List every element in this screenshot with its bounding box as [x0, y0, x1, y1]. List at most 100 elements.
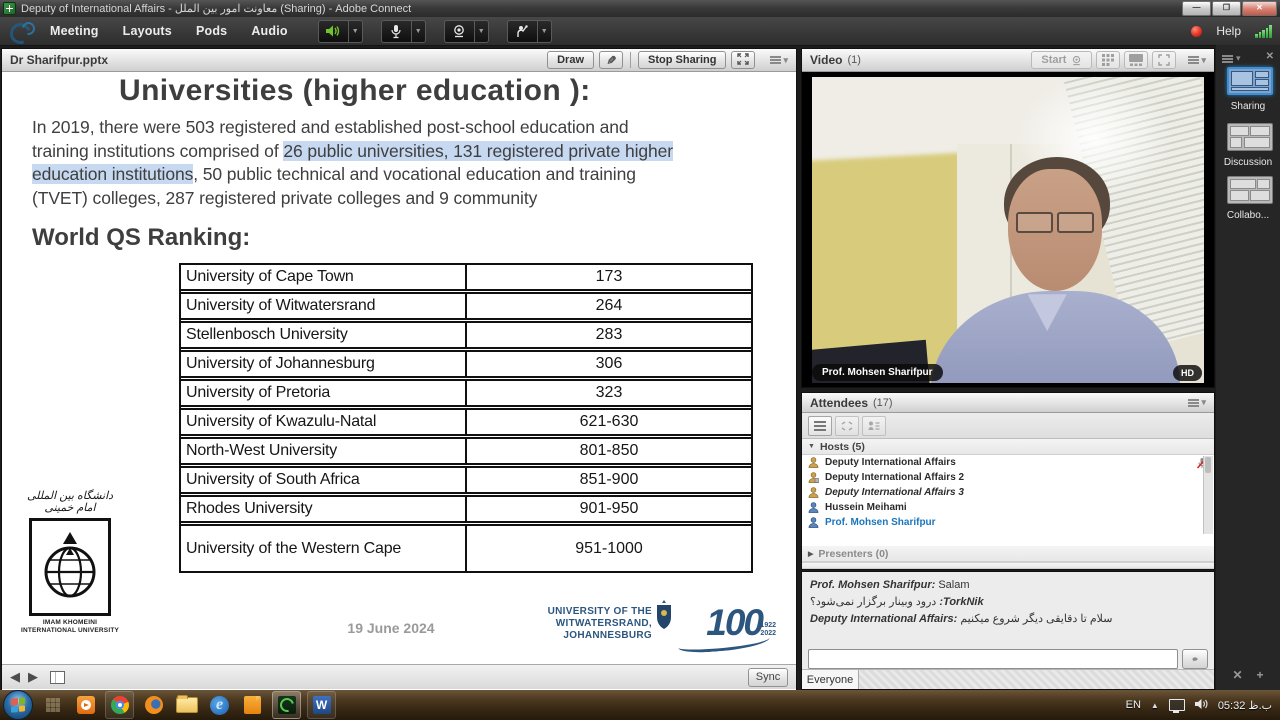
- video-fullscreen-button[interactable]: [1152, 51, 1176, 69]
- presenters-section-header[interactable]: ▶ Presenters (0): [802, 546, 1214, 562]
- video-pod-header: Video (1) Start ▾: [802, 49, 1214, 72]
- hosts-section-header[interactable]: ▼ Hosts (5): [802, 439, 1214, 455]
- attendee-row[interactable]: Deputy International Affairs: [802, 455, 1214, 470]
- previous-slide-button[interactable]: ◀: [10, 669, 20, 685]
- person-status-icon: [868, 421, 880, 431]
- close-button[interactable]: ✕: [1242, 1, 1277, 16]
- chat-messages: Prof. Mohsen Sharifpur: Salam TorkNik: د…: [802, 572, 1214, 644]
- microphone-icon[interactable]: [381, 20, 411, 43]
- network-icon[interactable]: [1169, 699, 1185, 711]
- tab-everyone[interactable]: Everyone: [802, 670, 859, 689]
- raise-hand-dropdown[interactable]: ▼: [537, 20, 552, 43]
- menu-meeting[interactable]: Meeting: [38, 19, 111, 43]
- taskbar-firefox[interactable]: [140, 692, 167, 718]
- attendees-scrollbar[interactable]: [1203, 456, 1213, 534]
- menu-pods[interactable]: Pods: [184, 19, 239, 43]
- language-indicator[interactable]: EN: [1126, 699, 1141, 711]
- tray-expand-icon[interactable]: ▲: [1151, 701, 1159, 710]
- next-slide-button[interactable]: ▶: [28, 669, 38, 685]
- attendee-row[interactable]: Prof. Mohsen Sharifpur: [802, 515, 1214, 530]
- video-pod-menu-button[interactable]: ▾: [1188, 55, 1206, 66]
- table-row: University of the Western Cape951-1000: [181, 526, 751, 571]
- table-row: University of Kwazulu-Natal621-630: [181, 410, 751, 439]
- ikiu-emblem-icon: [29, 518, 111, 616]
- menu-audio[interactable]: Audio: [239, 19, 299, 43]
- pointer-annotation-button[interactable]: ✎: [599, 51, 623, 69]
- chat-sender: TorkNik:: [939, 596, 983, 608]
- expand-triangle-icon: ▶: [808, 550, 813, 558]
- add-layout-icon[interactable]: +: [1257, 668, 1264, 682]
- sidebar-menu-button[interactable]: ▾: [1222, 53, 1241, 64]
- paragraph-line: training institutions comprised of 26 pu…: [32, 140, 673, 164]
- chat-message: TorkNik: درود وبینار برگزار نمی‌شود؟: [810, 594, 1206, 611]
- slide-date: 19 June 2024: [335, 620, 447, 636]
- sidebar-close-icon[interactable]: ✕: [1266, 51, 1274, 62]
- taskbar-file-explorer[interactable]: [173, 692, 200, 718]
- speaker-dropdown[interactable]: ▼: [348, 20, 363, 43]
- chat-input[interactable]: [808, 649, 1178, 669]
- chat-sender: Deputy International Affairs:: [810, 613, 957, 625]
- raise-hand-icon[interactable]: [507, 20, 537, 43]
- layout-thumb-discussion[interactable]: [1227, 123, 1273, 151]
- layouts-sidebar: ▾ ✕ Sharing Discussion: [1216, 45, 1280, 690]
- attendee-row[interactable]: Deputy International Affairs 3: [802, 485, 1214, 500]
- speaker-control[interactable]: ▼: [318, 20, 363, 43]
- minimize-button[interactable]: —: [1182, 1, 1211, 16]
- recording-indicator-icon: [1191, 26, 1202, 37]
- connection-status-icon[interactable]: [1255, 25, 1272, 38]
- sync-button[interactable]: Sync: [748, 668, 788, 687]
- taskbar-word[interactable]: W: [307, 691, 336, 719]
- taskbar-chrome[interactable]: [105, 691, 134, 719]
- clock[interactable]: 05:32 ب.ظ: [1218, 699, 1272, 712]
- attendee-row[interactable]: Deputy International Affairs 2: [802, 470, 1214, 485]
- scrollbar-thumb[interactable]: [1205, 457, 1211, 473]
- taskbar-internet-explorer[interactable]: e: [206, 692, 233, 718]
- filmstrip-view-button[interactable]: [1124, 51, 1148, 69]
- raise-hand-control[interactable]: ▼: [507, 20, 552, 43]
- breakout-view-button[interactable]: [835, 416, 859, 436]
- taskbar-media-player[interactable]: [72, 692, 99, 718]
- menu-layouts[interactable]: Layouts: [111, 19, 184, 43]
- adobe-connect-window: Deputy of International Affairs - معاونت…: [0, 0, 1280, 720]
- start-webcam-button[interactable]: Start: [1031, 51, 1092, 69]
- attendee-list-view-button[interactable]: [808, 416, 832, 436]
- taskbar-adobe-connect[interactable]: [272, 691, 301, 719]
- volume-icon[interactable]: [1195, 698, 1208, 713]
- webcam-control[interactable]: ▼: [444, 20, 489, 43]
- delete-layout-icon[interactable]: ✕: [1232, 668, 1242, 682]
- attendee-row[interactable]: Hussein Meihami: [802, 500, 1214, 515]
- layout-thumb-collaboration[interactable]: [1227, 176, 1273, 204]
- attendee-status-view-button[interactable]: [862, 416, 886, 436]
- microphone-control[interactable]: ▼: [381, 20, 426, 43]
- taskbar-orange-app[interactable]: [239, 692, 266, 718]
- share-pod-menu-button[interactable]: ▾: [770, 55, 788, 66]
- draw-button[interactable]: Draw: [547, 51, 594, 69]
- filmstrip-view-icon: [1129, 54, 1143, 66]
- slide-paragraph: In 2019, there were 503 registered and e…: [32, 116, 673, 210]
- table-row: University of Witwatersrand264: [181, 294, 751, 323]
- layout-thumb-sharing[interactable]: [1227, 67, 1273, 95]
- grid-view-icon: [1102, 54, 1114, 66]
- layout-label-sharing: Sharing: [1216, 101, 1280, 112]
- attendees-pod-menu-button[interactable]: ▾: [1188, 397, 1206, 408]
- ikiu-name: IMAM KHOMEINI INTERNATIONAL UNIVERSITY: [18, 619, 122, 635]
- stop-sharing-button[interactable]: Stop Sharing: [638, 51, 726, 69]
- pod-menu-icon: [1188, 59, 1199, 61]
- help-menu[interactable]: Help: [1216, 24, 1241, 38]
- show-desktop-button[interactable]: [39, 692, 66, 718]
- sidebar-toggle-icon[interactable]: [50, 671, 65, 684]
- grid-view-button[interactable]: [1096, 51, 1120, 69]
- layout-label-collaboration: Collabo...: [1216, 210, 1280, 221]
- webcam-dropdown[interactable]: ▼: [474, 20, 489, 43]
- microphone-dropdown[interactable]: ▼: [411, 20, 426, 43]
- fullscreen-button[interactable]: [731, 51, 755, 69]
- webcam-icon[interactable]: [444, 20, 474, 43]
- table-row: Rhodes University901-950: [181, 497, 751, 526]
- speaker-icon[interactable]: [318, 20, 348, 43]
- start-button[interactable]: [3, 690, 33, 720]
- maximize-button[interactable]: ❐: [1212, 1, 1241, 16]
- word-icon: W: [313, 696, 331, 714]
- host-icon: [808, 457, 819, 468]
- chat-message: Deputy International Affairs: سلام تا دق…: [810, 611, 1206, 628]
- send-message-button[interactable]: [1182, 649, 1208, 669]
